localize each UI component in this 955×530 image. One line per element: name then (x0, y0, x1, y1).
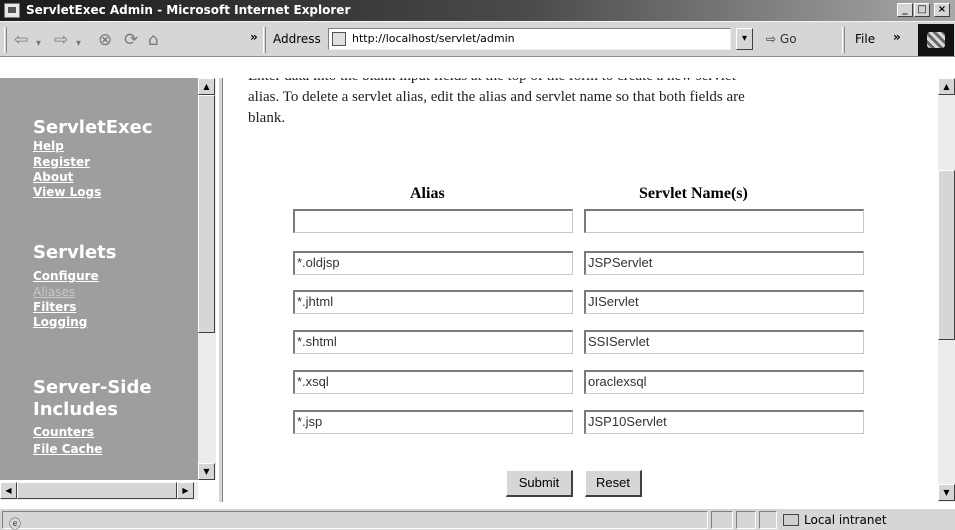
nav-heading-servletexec: ServletExec (33, 117, 153, 138)
nav-heading-servlets: Servlets (33, 242, 117, 263)
address-label: Address (273, 32, 321, 46)
alias-input[interactable]: *.jsp (293, 410, 573, 434)
browser-toolbar: ⇦ ▾ ⇨ ▾ ⊗ ⟳ ⌂ » Address http://localhost… (0, 21, 955, 57)
alias-input[interactable]: *.oldjsp (293, 251, 573, 275)
servlet-name-column-header: Servlet Name(s) (639, 185, 748, 202)
instructions-line-3: blank. (248, 110, 286, 126)
nav-link-filters[interactable]: Filters (33, 300, 76, 315)
nav-panel: ServletExec Help Register About View Log… (0, 78, 198, 480)
file-menu[interactable]: File (855, 32, 875, 46)
back-dropdown-icon[interactable]: ▾ (36, 34, 41, 54)
ie-page-status-icon: ⓔ (9, 517, 22, 530)
go-label: Go (779, 32, 797, 46)
alias-input[interactable]: *.jhtml (293, 290, 573, 314)
submit-button[interactable]: Submit (506, 470, 573, 497)
page-icon (332, 32, 346, 46)
nav-vertical-scrollbar[interactable]: ▲ ▼ (198, 78, 216, 480)
refresh-icon[interactable]: ⟳ (124, 30, 138, 50)
intranet-zone-icon (783, 514, 799, 526)
servlet-input-new[interactable] (584, 209, 864, 233)
maximize-button[interactable]: □ (914, 3, 930, 17)
nav-hscroll-thumb[interactable] (17, 482, 177, 499)
ie-throbber-logo (918, 24, 954, 56)
menu-chevron-icon[interactable]: » (893, 30, 901, 44)
home-icon[interactable]: ⌂ (148, 30, 159, 50)
servlet-input[interactable]: oraclexsql (584, 370, 864, 394)
nav-heading-server-side: Server-Side (33, 377, 152, 398)
alias-input[interactable]: *.shtml (293, 330, 573, 354)
status-pane-misc (759, 511, 777, 529)
address-url[interactable]: http://localhost/servlet/admin (352, 32, 515, 45)
nav-link-file-cache[interactable]: File Cache (33, 442, 102, 457)
nav-scroll-left-icon[interactable]: ◀ (0, 482, 17, 499)
content-scroll-thumb[interactable] (938, 170, 955, 340)
stop-icon[interactable]: ⊗ (98, 30, 112, 50)
address-field[interactable]: http://localhost/servlet/admin (328, 28, 731, 50)
nav-link-aliases[interactable]: Aliases (33, 285, 75, 300)
nav-link-register[interactable]: Register (33, 155, 90, 170)
servlet-input[interactable]: SSIServlet (584, 330, 864, 354)
alias-column-header: Alias (410, 185, 445, 202)
status-text-pane: ⓔ (2, 511, 708, 530)
instructions-line-1: Enter data into the blank input fields a… (248, 78, 918, 87)
reset-button[interactable]: Reset (585, 470, 642, 497)
title-bar: ServletExec Admin - Microsoft Internet E… (0, 0, 955, 21)
content-scroll-up-icon[interactable]: ▲ (938, 78, 955, 95)
status-pane-progress (711, 511, 733, 529)
content-scroll-down-icon[interactable]: ▼ (938, 484, 955, 501)
security-zone-label: Local intranet (804, 513, 887, 527)
ie-app-icon[interactable] (4, 3, 20, 18)
nav-link-logging[interactable]: Logging (33, 315, 87, 330)
nav-frame: ServletExec Help Register About View Log… (0, 78, 218, 502)
address-dropdown-button[interactable]: ▾ (736, 28, 753, 50)
instructions-line-2: alias. To delete a servlet alias, edit t… (248, 89, 745, 105)
alias-input-new[interactable] (293, 209, 573, 233)
menu-grip[interactable] (842, 27, 845, 53)
nav-link-counters[interactable]: Counters (33, 425, 94, 440)
servlet-input[interactable]: JSP10Servlet (584, 410, 864, 434)
nav-link-about[interactable]: About (33, 170, 73, 185)
nav-scroll-right-icon[interactable]: ▶ (177, 482, 194, 499)
servlet-input[interactable]: JSPServlet (584, 251, 864, 275)
alias-input[interactable]: *.xsql (293, 370, 573, 394)
nav-heading-includes: Includes (33, 399, 118, 420)
address-grip[interactable] (263, 27, 266, 53)
toolbar-grip[interactable] (4, 27, 7, 53)
minimize-button[interactable]: _ (897, 3, 913, 17)
close-button[interactable]: × (934, 3, 950, 17)
forward-arrow-icon[interactable]: ⇨ (54, 30, 68, 50)
status-bar: ⓔ Local intranet (0, 508, 955, 530)
nav-scroll-down-icon[interactable]: ▼ (198, 463, 215, 480)
status-pane-security (736, 511, 756, 529)
instructions-text: Enter data into the blank input fields a… (248, 78, 918, 129)
nav-link-view-logs[interactable]: View Logs (33, 185, 101, 200)
nav-scroll-thumb[interactable] (198, 95, 215, 333)
nav-link-configure[interactable]: Configure (33, 269, 99, 284)
back-arrow-icon[interactable]: ⇦ (14, 30, 28, 50)
go-button[interactable]: ⇨ Go (766, 32, 797, 46)
window-title: ServletExec Admin - Microsoft Internet E… (26, 3, 351, 17)
content-vertical-scrollbar[interactable]: ▲ ▼ (938, 78, 955, 502)
forward-dropdown-icon[interactable]: ▾ (76, 34, 81, 54)
toolbar-chevron-icon[interactable]: » (250, 30, 258, 44)
nav-link-help[interactable]: Help (33, 139, 64, 154)
content-frame: Enter data into the blank input fields a… (223, 78, 938, 502)
servlet-input[interactable]: JIServlet (584, 290, 864, 314)
nav-scroll-up-icon[interactable]: ▲ (198, 78, 215, 95)
go-arrow-icon: ⇨ (766, 32, 777, 46)
nav-horizontal-scrollbar[interactable]: ◀ ▶ (0, 482, 198, 500)
